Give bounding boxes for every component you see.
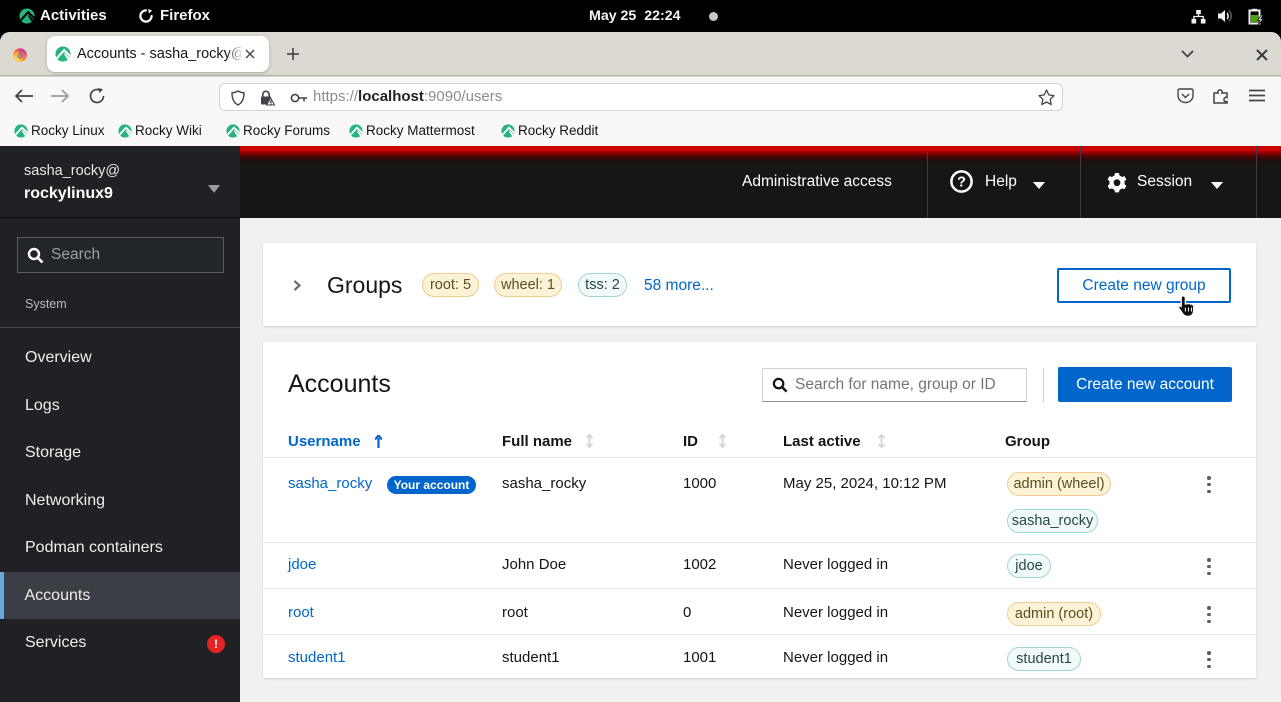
svg-text:?: ? [957,175,966,191]
